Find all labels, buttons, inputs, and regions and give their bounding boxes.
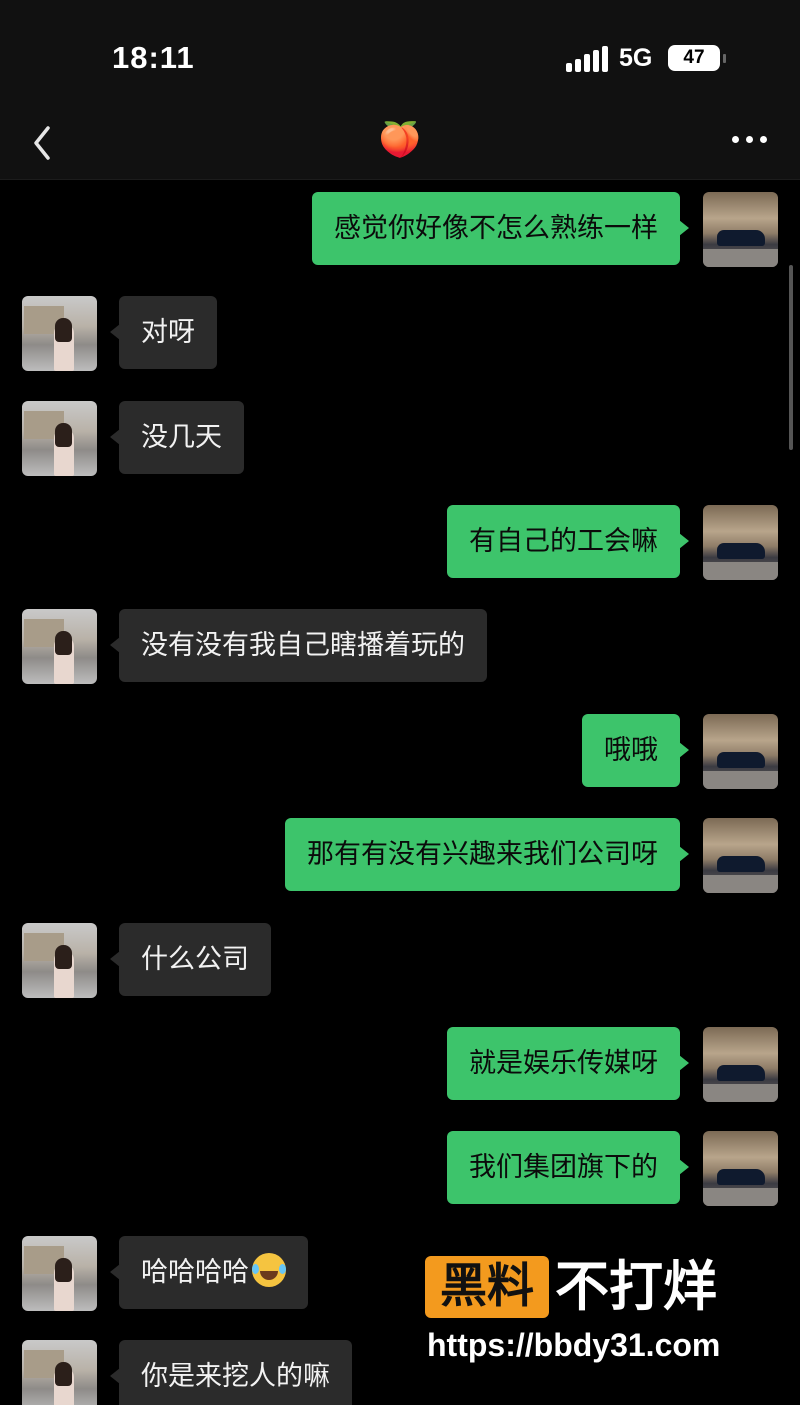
received-message-bubble[interactable]: 什么公司 (110, 923, 271, 996)
sent-message-bubble[interactable]: 就是娱乐传媒呀 (447, 1027, 689, 1100)
received-message-bubble[interactable]: 哈哈哈哈 (110, 1236, 308, 1309)
message-text: 哈哈哈哈 (141, 1257, 249, 1288)
battery-icon: 47 (668, 45, 726, 71)
sent-message-bubble[interactable]: 哦哦 (582, 714, 689, 787)
received-message-bubble[interactable]: 没有没有我自己瞎播着玩的 (110, 609, 487, 682)
watermark-tagline: 不打烊 (555, 1255, 717, 1318)
watermark-logo: 黑料 不打烊 https://bbdy31.com (425, 1253, 765, 1373)
my-avatar[interactable] (703, 714, 778, 789)
chat-header: 🍑 (0, 110, 800, 180)
contact-avatar[interactable] (22, 296, 97, 371)
contact-avatar[interactable] (22, 1236, 97, 1311)
received-message-bubble[interactable]: 你是来挖人的嘛 (110, 1340, 352, 1405)
chat-title: 🍑 (378, 120, 422, 160)
more-options-button[interactable] (724, 120, 776, 156)
contact-avatar[interactable] (22, 923, 97, 998)
my-avatar[interactable] (703, 1131, 778, 1206)
contact-avatar[interactable] (22, 1340, 97, 1405)
contact-avatar[interactable] (22, 401, 97, 476)
sent-message-bubble[interactable]: 我们集团旗下的 (447, 1131, 689, 1204)
contact-avatar[interactable] (22, 609, 97, 684)
sent-message-bubble[interactable]: 有自己的工会嘛 (447, 505, 689, 578)
received-message-bubble[interactable]: 没几天 (110, 401, 244, 474)
status-time: 18:11 (112, 40, 195, 75)
my-avatar[interactable] (703, 192, 778, 267)
my-avatar[interactable] (703, 1027, 778, 1102)
sent-message-bubble[interactable]: 感觉你好像不怎么熟练一样 (312, 192, 689, 265)
network-type: 5G (619, 44, 653, 72)
received-message-bubble[interactable]: 对呀 (110, 296, 217, 369)
watermark-badge: 黑料 (425, 1256, 549, 1318)
laughing-with-tears-emoji-icon (252, 1253, 286, 1287)
my-avatar[interactable] (703, 505, 778, 580)
signal-strength-icon (566, 46, 608, 72)
sent-message-bubble[interactable]: 那有有没有兴趣来我们公司呀 (285, 818, 689, 891)
scrollbar[interactable] (789, 265, 793, 450)
my-avatar[interactable] (703, 818, 778, 893)
status-bar: 18:11 5G 47 (0, 0, 800, 110)
watermark-url: https://bbdy31.com (427, 1327, 721, 1363)
